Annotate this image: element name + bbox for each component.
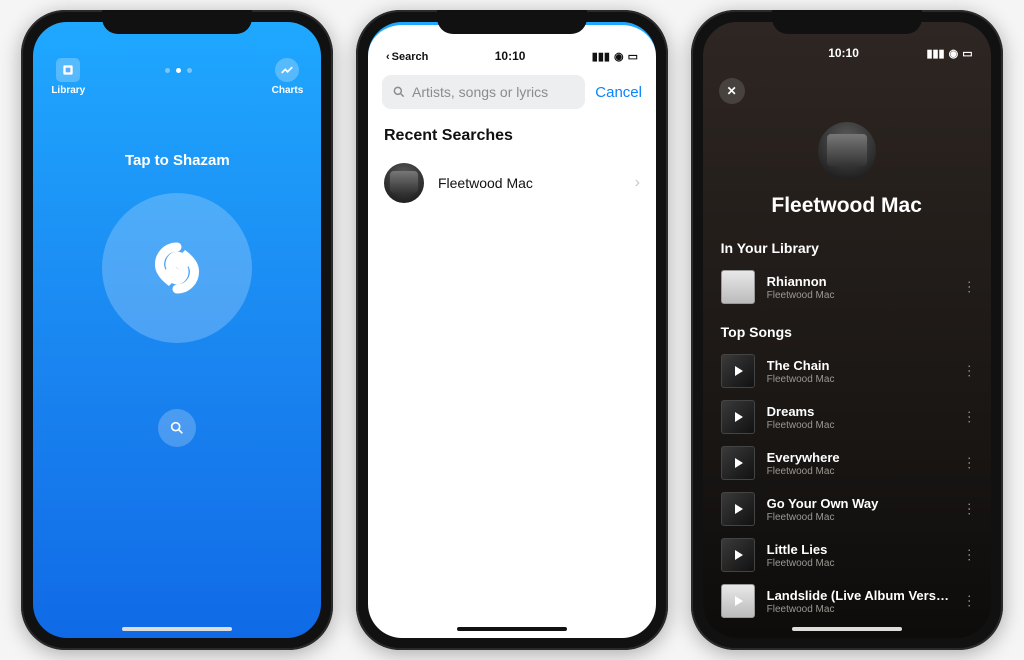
search-input[interactable]: Artists, songs or lyrics bbox=[382, 75, 585, 109]
recent-search-item[interactable]: Fleetwood Mac › bbox=[368, 155, 656, 211]
signal-icon: ▮▮▮ bbox=[592, 50, 610, 63]
notch bbox=[102, 10, 252, 34]
song-title: Everywhere bbox=[767, 450, 950, 465]
shazam-logo-icon bbox=[142, 233, 212, 303]
song-row[interactable]: Go Your Own WayFleetwood Mac ⋯ bbox=[703, 486, 991, 532]
search-button[interactable] bbox=[158, 409, 196, 447]
song-title: The Chain bbox=[767, 358, 950, 373]
more-button[interactable]: ⋯ bbox=[961, 364, 978, 379]
search-placeholder: Artists, songs or lyrics bbox=[412, 84, 548, 100]
artist-name: Fleetwood Mac bbox=[771, 194, 922, 218]
song-title: Rhiannon bbox=[767, 274, 950, 289]
tap-to-shazam-label: Tap to Shazam bbox=[125, 152, 230, 169]
top-songs-title: Top Songs bbox=[703, 310, 991, 348]
back-button[interactable]: ‹ Search bbox=[386, 51, 428, 63]
in-your-library-title: In Your Library bbox=[703, 226, 991, 264]
notch bbox=[437, 10, 587, 34]
more-button[interactable]: ⋯ bbox=[961, 548, 978, 563]
album-art[interactable] bbox=[721, 446, 755, 480]
home-indicator[interactable] bbox=[122, 627, 232, 631]
song-artist: Fleetwood Mac bbox=[767, 558, 950, 569]
recent-searches-title: Recent Searches bbox=[368, 119, 656, 155]
play-icon bbox=[735, 458, 743, 468]
home-indicator[interactable] bbox=[792, 627, 902, 631]
status-icons: ▮▮▮ ◉ ▭ bbox=[592, 50, 638, 63]
page-dots bbox=[165, 58, 192, 73]
charts-label: Charts bbox=[272, 85, 304, 96]
charts-icon bbox=[275, 58, 299, 82]
album-art[interactable] bbox=[721, 538, 755, 572]
album-art[interactable] bbox=[721, 354, 755, 388]
back-label: Search bbox=[392, 51, 429, 63]
shazam-button[interactable] bbox=[102, 193, 252, 343]
song-title: Dreams bbox=[767, 404, 950, 419]
phone-2-search: ‹ Search 10:10 ▮▮▮ ◉ ▭ Artists, songs or… bbox=[356, 10, 668, 650]
song-row[interactable]: Landslide (Live Album Version)Fleetwood … bbox=[703, 578, 991, 624]
search-icon bbox=[392, 85, 406, 99]
notch bbox=[772, 10, 922, 34]
phone-3-artist: 10:10 ▮▮▮ ◉ ▭ ✕ Fleetwood Mac In Your Li… bbox=[691, 10, 1003, 650]
play-icon bbox=[735, 412, 743, 422]
more-button[interactable]: ⋯ bbox=[961, 502, 978, 517]
artist-avatar bbox=[384, 163, 424, 203]
more-button[interactable]: ⋯ bbox=[961, 594, 978, 609]
close-button[interactable]: ✕ bbox=[719, 78, 745, 104]
wifi-icon: ◉ bbox=[949, 47, 959, 60]
status-time: 10:10 bbox=[495, 49, 526, 63]
play-icon bbox=[735, 504, 743, 514]
cancel-button[interactable]: Cancel bbox=[595, 84, 642, 101]
album-art[interactable] bbox=[721, 270, 755, 304]
chevron-left-icon: ‹ bbox=[386, 51, 390, 63]
chevron-right-icon: › bbox=[635, 174, 640, 192]
status-icons: ▮▮▮ ◉ ▭ bbox=[926, 47, 972, 60]
status-time: 10:10 bbox=[828, 46, 859, 60]
song-row[interactable]: EverywhereFleetwood Mac ⋯ bbox=[703, 440, 991, 486]
home-indicator[interactable] bbox=[457, 627, 567, 631]
battery-icon: ▭ bbox=[962, 47, 972, 60]
album-art[interactable] bbox=[721, 492, 755, 526]
close-icon: ✕ bbox=[727, 84, 737, 98]
song-row[interactable]: DreamsFleetwood Mac ⋯ bbox=[703, 394, 991, 440]
signal-icon: ▮▮▮ bbox=[926, 47, 944, 60]
song-row[interactable]: The ChainFleetwood Mac ⋯ bbox=[703, 348, 991, 394]
song-artist: Fleetwood Mac bbox=[767, 604, 950, 615]
song-title: Little Lies bbox=[767, 542, 950, 557]
more-button[interactable]: ⋯ bbox=[961, 410, 978, 425]
song-artist: Fleetwood Mac bbox=[767, 420, 950, 431]
library-label: Library bbox=[51, 85, 85, 96]
more-button[interactable]: ⋯ bbox=[961, 456, 978, 471]
library-icon bbox=[56, 58, 80, 82]
song-title: Go Your Own Way bbox=[767, 496, 950, 511]
song-artist: Fleetwood Mac bbox=[767, 290, 950, 301]
song-artist: Fleetwood Mac bbox=[767, 374, 950, 385]
album-art[interactable] bbox=[721, 400, 755, 434]
battery-icon: ▭ bbox=[628, 50, 638, 63]
phone-1-shazam-home: Library Charts Tap to Shazam bbox=[21, 10, 333, 650]
song-title: Landslide (Live Album Version) bbox=[767, 588, 950, 603]
play-icon bbox=[735, 366, 743, 376]
artist-avatar[interactable] bbox=[818, 122, 876, 180]
wifi-icon: ◉ bbox=[614, 50, 624, 63]
recent-search-label: Fleetwood Mac bbox=[438, 175, 621, 191]
song-row[interactable]: RhiannonFleetwood Mac ⋯ bbox=[703, 264, 991, 310]
play-icon bbox=[735, 596, 743, 606]
song-row[interactable]: Little LiesFleetwood Mac ⋯ bbox=[703, 532, 991, 578]
search-icon bbox=[169, 420, 185, 436]
library-button[interactable]: Library bbox=[51, 58, 85, 96]
more-button[interactable]: ⋯ bbox=[961, 280, 978, 295]
play-icon bbox=[735, 550, 743, 560]
song-artist: Fleetwood Mac bbox=[767, 466, 950, 477]
album-art[interactable] bbox=[721, 584, 755, 618]
song-artist: Fleetwood Mac bbox=[767, 512, 950, 523]
charts-button[interactable]: Charts bbox=[272, 58, 304, 96]
